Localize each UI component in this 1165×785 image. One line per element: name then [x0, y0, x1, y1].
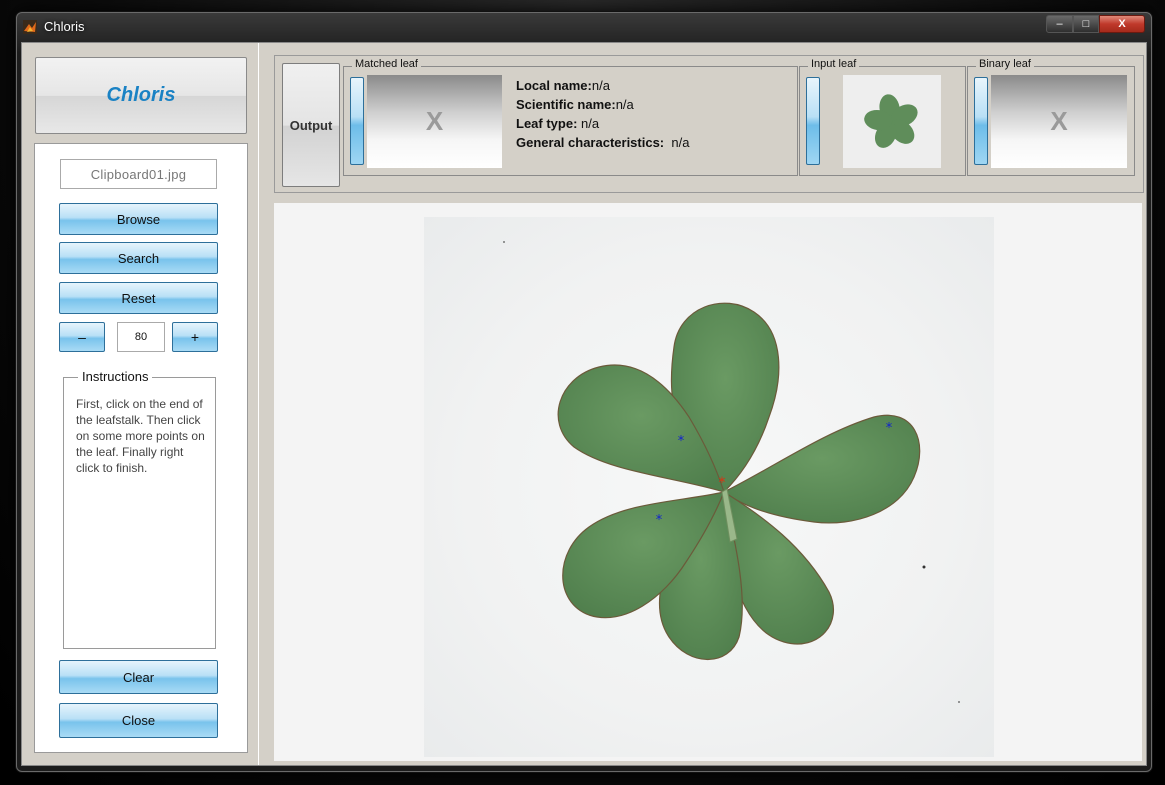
matched-leaf-label: Matched leaf — [352, 58, 421, 70]
general-characteristics-label: General characteristics: — [516, 135, 665, 150]
zoom-value-field[interactable]: 80 — [117, 322, 165, 352]
sidebar: Chloris Clipboard01.jpg Browse Search Re… — [22, 43, 259, 765]
instructions-group: Instructions First, click on the end of … — [63, 369, 216, 649]
controls-panel: Clipboard01.jpg Browse Search Reset – 80… — [34, 143, 248, 753]
point-marker-icon: * — [678, 434, 685, 449]
leaf-type-label: Leaf type: — [516, 116, 578, 131]
scientific-name-label: Scientific name: — [516, 97, 616, 112]
title-bar[interactable]: Chloris – □ X — [17, 13, 1151, 41]
matched-leaf-group: Matched leaf X Local name:n/a Scientific… — [343, 58, 798, 176]
file-name-field[interactable]: Clipboard01.jpg — [60, 159, 217, 189]
output-panel: Output Matched leaf X Local name:n/a Sci… — [274, 55, 1144, 193]
matched-leaf-image: X — [367, 75, 502, 168]
zoom-decrease-button[interactable]: – — [59, 322, 105, 352]
minimize-button[interactable]: – — [1046, 15, 1073, 33]
clover-leaf-image: * * * * — [503, 241, 960, 703]
zoom-increase-button[interactable]: + — [172, 322, 218, 352]
input-leaf-slider[interactable] — [806, 77, 820, 165]
image-canvas[interactable]: * * * * — [274, 203, 1142, 761]
leaf-type-value: n/a — [577, 116, 600, 131]
input-leaf-group: Input leaf — [799, 58, 966, 176]
scientific-name-value: n/a — [615, 97, 634, 112]
point-marker-icon: * — [656, 513, 663, 528]
general-characteristics-value: n/a — [664, 135, 690, 150]
close-window-button[interactable]: X — [1099, 15, 1145, 33]
input-leaf-thumb-icon — [864, 93, 918, 148]
matched-leaf-slider[interactable] — [350, 77, 364, 165]
leaf-info: Local name:n/a Scientific name:n/a Leaf … — [516, 76, 689, 152]
app-window: Chloris – □ X Chloris Clipboard01.jpg Br… — [16, 12, 1152, 772]
instructions-title: Instructions — [78, 369, 153, 384]
binary-leaf-slider[interactable] — [974, 77, 988, 165]
point-marker-icon: * — [886, 421, 893, 436]
browse-button[interactable]: Browse — [59, 203, 218, 235]
window-controls: – □ X — [1046, 15, 1145, 33]
matched-leaf-placeholder: X — [425, 106, 444, 136]
logo-text: Chloris — [106, 84, 176, 106]
local-name-value: n/a — [591, 78, 610, 93]
binary-leaf-label: Binary leaf — [976, 58, 1034, 70]
binary-leaf-image: X — [991, 75, 1127, 168]
local-name-label: Local name: — [516, 78, 592, 93]
reset-button[interactable]: Reset — [59, 282, 218, 314]
matlab-app-icon — [23, 20, 37, 34]
window-title: Chloris — [44, 19, 85, 34]
search-button[interactable]: Search — [59, 242, 218, 274]
output-button[interactable]: Output — [282, 63, 340, 187]
clear-button[interactable]: Clear — [59, 660, 218, 694]
binary-leaf-group: Binary leaf X — [967, 58, 1135, 176]
input-leaf-thumbnail — [843, 75, 941, 168]
input-leaf-label: Input leaf — [808, 58, 860, 70]
client-area: Chloris Clipboard01.jpg Browse Search Re… — [21, 42, 1147, 766]
leafstalk-marker-icon: * — [719, 475, 726, 491]
instructions-text: First, click on the end of the leafstalk… — [76, 397, 205, 475]
maximize-button[interactable]: □ — [1073, 15, 1099, 33]
logo-box: Chloris — [35, 57, 247, 134]
scanned-leaf-image[interactable]: * * * * — [424, 217, 994, 757]
close-button[interactable]: Close — [59, 703, 218, 738]
binary-leaf-placeholder: X — [1050, 106, 1068, 136]
